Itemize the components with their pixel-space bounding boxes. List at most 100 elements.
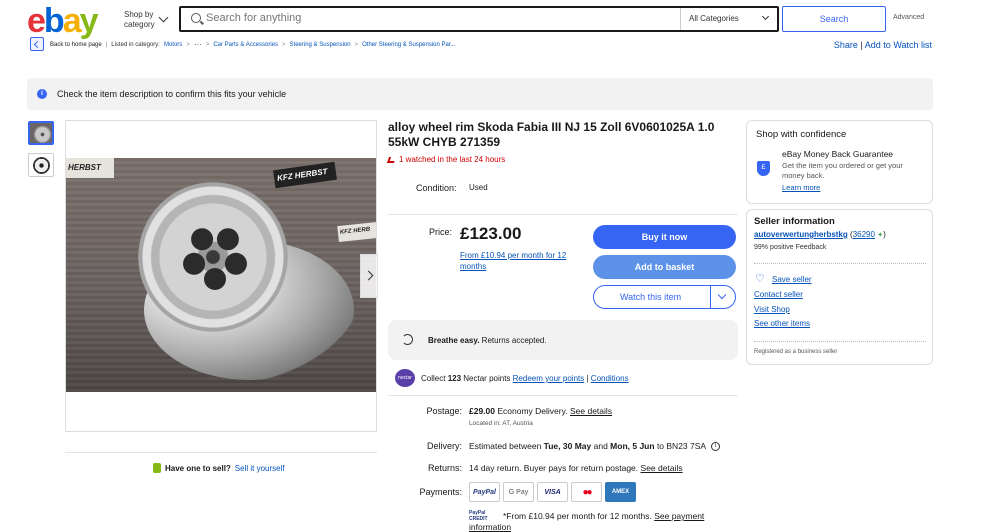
conditions-link[interactable]: Conditions [591, 374, 629, 383]
nectar-points: 123 [447, 374, 462, 383]
redeem-points-link[interactable]: Redeem your points [513, 374, 585, 383]
visit-shop-link[interactable]: Visit Shop [754, 305, 790, 314]
advanced-search-link[interactable]: Advanced [893, 14, 924, 21]
paypal-credit-text: *From £10.94 per month for 12 months. Se… [503, 511, 704, 521]
nectar-row: Collect 123 Nectar points Redeem your po… [421, 374, 629, 383]
nectar-icon: nectar [395, 369, 415, 387]
seller-information-title: Seller information [754, 216, 835, 227]
info-icon: i [37, 89, 47, 99]
postage-see-details-link[interactable]: See details [570, 406, 612, 416]
info-circle-icon[interactable]: i [710, 442, 720, 452]
learn-more-link[interactable]: Learn more [782, 183, 820, 192]
divider [754, 263, 926, 264]
search-icon [191, 13, 201, 23]
breadcrumb-separator: | [105, 41, 108, 48]
breadcrumb-item-other-steering[interactable]: Other Steering & Suspension Par... [362, 42, 455, 48]
delivery-pre: Estimated between [469, 441, 542, 451]
have-one-label: Have one to sell? [165, 463, 231, 473]
sell-it-yourself-link[interactable]: Sell it yourself [235, 464, 285, 473]
save-seller-link[interactable]: Save seller [772, 275, 812, 284]
thumbnail-2[interactable] [28, 153, 54, 177]
delivery-post: to BN23 7SA [656, 441, 706, 451]
located-in: Located in: AT, Austria [469, 420, 533, 427]
search-button[interactable]: Search [782, 6, 886, 32]
search-input[interactable] [206, 12, 666, 24]
returns-bold: Breathe easy. [428, 336, 480, 345]
see-other-items-link[interactable]: See other items [754, 319, 810, 328]
wheel-rim [138, 182, 288, 332]
breadcrumb-item-motors[interactable]: Motors [164, 42, 182, 48]
wheel-thumbnail-image [34, 126, 51, 143]
returns-policy: 14 day return. Buyer pays for return pos… [469, 463, 639, 473]
watch-item-button[interactable]: Watch this item [593, 285, 736, 309]
payment-information-link[interactable]: information [469, 522, 511, 532]
positive-feedback: 99% positive Feedback [754, 244, 827, 251]
category-select[interactable]: All Categories [689, 14, 739, 23]
add-to-basket-button[interactable]: Add to basket [593, 255, 736, 279]
see-payment-link[interactable]: See payment [654, 511, 704, 521]
back-arrow-icon[interactable] [30, 37, 44, 51]
seller-name-row: autoverwertungherbstkg (36290 ✦) [754, 230, 886, 239]
paypal-from-text: *From £10.94 per month for 12 months. [503, 511, 652, 521]
listed-in-label: Listed in category: [111, 41, 160, 48]
photo-sticker: HERBST [66, 158, 114, 178]
delivery-label: Delivery: [426, 441, 462, 451]
google-pay-logo: G Pay [503, 482, 534, 502]
back-to-home-link[interactable]: Back to home page [50, 42, 102, 48]
breadcrumb-separator: > [354, 41, 359, 48]
paypal-credit-logo: PayPal CREDIT [469, 510, 488, 522]
divider [65, 452, 377, 453]
finance-link[interactable]: From £10.94 per month for 12 months [460, 250, 590, 272]
shop-by-category-button[interactable]: Shop by category [124, 10, 160, 30]
feedback-score-link[interactable]: 36290 [853, 230, 875, 239]
price-value: £123.00 [460, 224, 522, 243]
breadcrumb-separator: > [282, 41, 286, 48]
breadcrumb-item-steering[interactable]: Steering & Suspension [290, 42, 351, 48]
postage-type: Economy Delivery. [497, 406, 568, 416]
return-icon [402, 334, 413, 345]
ebay-logo[interactable]: ebay [27, 4, 99, 38]
postage-value: £29.00 Economy Delivery. See details [469, 406, 612, 416]
delivery-to: Mon, 5 Jun [610, 441, 655, 451]
chevron-down-icon[interactable] [158, 12, 169, 23]
returns-see-details-link[interactable]: See details [641, 463, 683, 473]
mastercard-logo: ●● [571, 482, 602, 502]
condition-label: Condition: [416, 183, 457, 193]
condition-value: Used [469, 183, 488, 192]
next-image-arrow-icon[interactable] [360, 254, 378, 298]
heart-icon[interactable]: ♡ [755, 274, 765, 285]
buy-it-now-button[interactable]: Buy it now [593, 225, 736, 249]
divider [680, 8, 681, 30]
payments-label: Payments: [419, 487, 462, 497]
payment-methods: PayPal G Pay VISA ●● AMEX [469, 482, 636, 502]
nectar-rest: Nectar points [463, 374, 511, 383]
add-to-watch-list-link[interactable]: Add to Watch list [865, 40, 932, 50]
postage-price: £29.00 [469, 406, 495, 416]
breadcrumb-more-button[interactable]: ··· [194, 40, 202, 49]
trend-icon [386, 156, 397, 163]
registered-business-seller: Registered as a business seller [754, 349, 838, 355]
share-link[interactable]: Share [834, 40, 858, 50]
paypal-logo: PayPal [469, 482, 500, 502]
fitment-banner-text: Check the item description to confirm th… [57, 89, 287, 99]
money-back-shield-icon: £ [757, 161, 770, 176]
breadcrumb-separator: > [205, 41, 210, 48]
breadcrumb: Back to home page | Listed in category: … [50, 40, 456, 49]
share-row: Share | Add to Watch list [834, 40, 932, 50]
feedback-close: ) [883, 230, 886, 239]
watched-text: 1 watched in the last 24 hours [399, 155, 506, 164]
divider [754, 341, 926, 342]
delivery-and: and [593, 441, 608, 451]
delivery-value: Estimated between Tue, 30 May and Mon, 5… [469, 441, 720, 452]
watched-indicator: 1 watched in the last 24 hours [386, 155, 506, 164]
returns-label: Returns: [427, 463, 462, 473]
breadcrumb-separator: > [186, 41, 190, 48]
contact-seller-link[interactable]: Contact seller [754, 290, 803, 299]
item-photo[interactable]: HERBST KFZ HERBST KFZ HERB [66, 158, 376, 392]
breadcrumb-item-car-parts[interactable]: Car Parts & Accessories [213, 42, 278, 48]
returns-callout-text: Breathe easy. Returns accepted. [428, 336, 547, 345]
returns-value: 14 day return. Buyer pays for return pos… [469, 463, 683, 473]
seller-name-link[interactable]: autoverwertungherbstkg [754, 230, 848, 239]
sell-one-row: Have one to sell? Sell it yourself [153, 463, 285, 473]
thumbnail-1[interactable] [28, 121, 54, 145]
